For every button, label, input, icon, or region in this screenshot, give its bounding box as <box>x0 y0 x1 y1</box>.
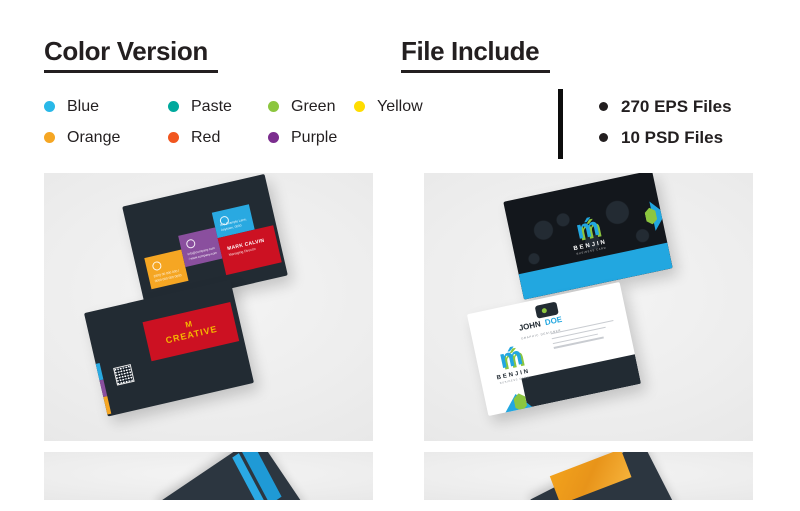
file-include-body: 270 EPS Files 10 PSD Files <box>401 89 781 171</box>
bullet-dot-icon <box>599 102 608 111</box>
file-include-title: File Include <box>401 36 540 66</box>
swatch-dot-icon <box>168 132 179 143</box>
globe-icon <box>185 238 197 250</box>
phone-text: (000) 00 000 000 / 0000 000 000 0000 <box>153 268 182 283</box>
swatch-label: Paste <box>191 97 232 115</box>
mockup-panel-benjin[interactable]: ḿ BENJIN BUSINESS CARD JOHN DOE GRAPHIC … <box>424 173 753 441</box>
phone-icon <box>151 260 163 272</box>
gallery-row: (000) 00 000 000 / 0000 000 000 0000 inf… <box>44 173 754 441</box>
swatch-label: Red <box>191 128 221 146</box>
product-feature-header: Color Version Blue Paste Green Yellow Or <box>0 0 800 172</box>
bullet-dot-icon <box>599 133 608 142</box>
gallery-row <box>44 452 754 500</box>
color-swatch-list: Blue Paste Green Yellow Orange Red Purpl… <box>44 91 423 153</box>
list-item: 10 PSD Files <box>599 122 732 153</box>
mockup-panel-dark-multicolor[interactable]: (000) 00 000 000 / 0000 000 000 0000 inf… <box>44 173 373 441</box>
mockup-gallery: (000) 00 000 000 / 0000 000 000 0000 inf… <box>44 173 754 511</box>
swatch-item-green: Green <box>268 98 354 116</box>
swatch-dot-icon <box>168 101 179 112</box>
swatch-item-orange: Orange <box>44 129 168 147</box>
card-logo: ḿ BENJIN BUSINESS CARD <box>490 341 531 385</box>
card-logo: M CREATIVE <box>144 310 236 350</box>
file-include-list: 270 EPS Files 10 PSD Files <box>599 91 732 153</box>
swatch-dot-icon <box>44 101 55 112</box>
swatch-dot-icon <box>268 132 279 143</box>
mockup-panel-orange-dark-partial[interactable] <box>424 452 753 500</box>
swatch-dot-icon <box>268 101 279 112</box>
swatch-label: Blue <box>67 97 100 115</box>
web-text: info@company.com / www.company.com <box>187 246 218 261</box>
swatch-dot-icon <box>44 132 55 143</box>
file-include-title-underline <box>401 70 550 73</box>
swatch-item-blue: Blue <box>44 98 168 116</box>
swatch-label: Orange <box>67 128 121 146</box>
vertical-divider <box>558 89 563 159</box>
file-include-section: File Include 270 EPS Files 10 PSD Files <box>401 36 781 171</box>
qr-code-icon <box>113 364 135 386</box>
file-item-label: 10 PSD Files <box>621 127 724 147</box>
color-version-title: Color Version <box>44 36 208 66</box>
file-item-label: 270 EPS Files <box>621 96 732 116</box>
color-version-section: Color Version Blue Paste Green Yellow Or <box>44 36 423 153</box>
swatch-item-red: Red <box>168 129 268 147</box>
color-version-title-underline <box>44 70 218 73</box>
swatch-label: Green <box>291 97 336 115</box>
first-name: JOHN <box>518 319 542 333</box>
logo-band: M CREATIVE <box>142 302 240 362</box>
swatch-dot-icon <box>354 101 365 112</box>
mockup-panel-blue-dark-partial[interactable] <box>44 452 373 500</box>
swatch-item-paste: Paste <box>168 98 268 116</box>
swatch-label: Purple <box>291 128 338 146</box>
swatch-item-purple: Purple <box>268 129 354 147</box>
list-item: 270 EPS Files <box>599 91 732 122</box>
